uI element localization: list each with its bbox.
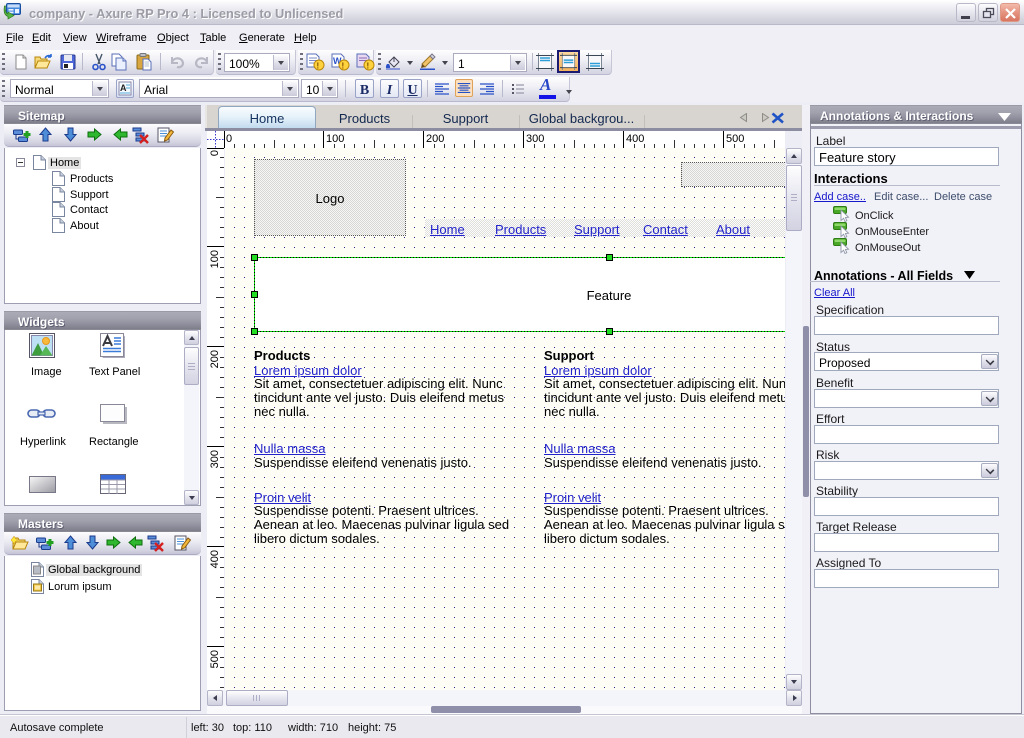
svg-text:200: 200 (426, 133, 444, 145)
svg-text:0: 0 (209, 150, 221, 156)
svg-text:200: 200 (209, 350, 221, 368)
svg-text:100: 100 (209, 250, 221, 268)
svg-text:A: A (120, 83, 127, 93)
svg-text:300: 300 (526, 133, 544, 145)
svg-text:400: 400 (626, 133, 644, 145)
svg-text:300: 300 (209, 450, 221, 468)
svg-text:0: 0 (226, 133, 232, 145)
svg-text:100: 100 (326, 133, 344, 145)
svg-text:500: 500 (726, 133, 744, 145)
svg-text:500: 500 (209, 650, 221, 668)
svg-text:!: ! (317, 62, 320, 71)
svg-text:400: 400 (209, 550, 221, 568)
svg-text:!: ! (367, 62, 370, 71)
svg-text:!: ! (342, 62, 345, 71)
